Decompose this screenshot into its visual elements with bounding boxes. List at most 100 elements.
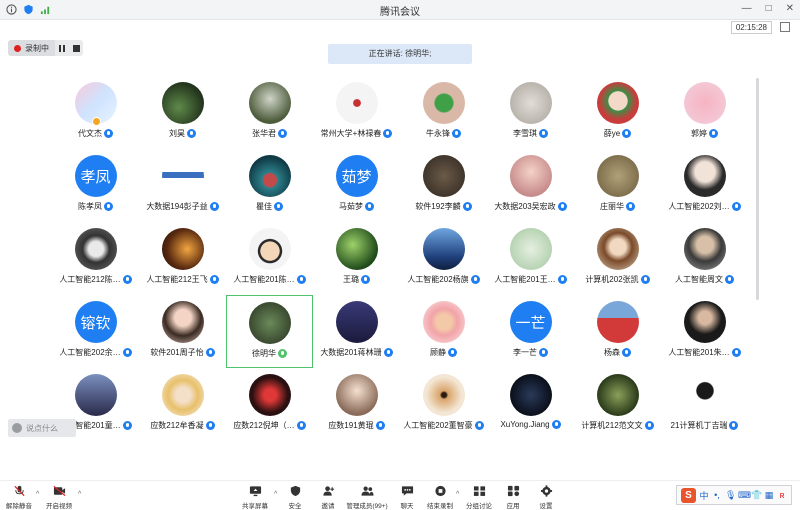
participant-tile[interactable]: 应数212倪坤（…	[226, 368, 313, 441]
skin-icon[interactable]: 👕	[751, 490, 762, 501]
mic-status-icon	[122, 421, 132, 430]
punctuation-icon[interactable]: •,	[712, 490, 722, 500]
participant-tile[interactable]: 茹梦 马茹梦	[313, 149, 400, 222]
participant-tile[interactable]: 大数据203吴宏政	[487, 149, 574, 222]
recording-label: 录制中	[8, 40, 55, 56]
participant-tile[interactable]: 张华君	[226, 76, 313, 149]
mic-status-icon	[729, 421, 739, 430]
emoji-icon[interactable]	[12, 423, 22, 433]
participant-tile[interactable]: 大数据194彭子益	[139, 149, 226, 222]
participant-tile[interactable]: 镕钦 人工智能202余…	[52, 295, 139, 368]
avatar: 孝凤	[74, 155, 117, 197]
participant-tile[interactable]: 常州大学+林禄春	[313, 76, 400, 149]
avatar	[422, 82, 465, 124]
participant-tile[interactable]: 徐明华	[226, 295, 313, 368]
participant-tile[interactable]: 代文杰	[52, 76, 139, 149]
participant-name: 软件192李麟	[415, 202, 461, 211]
participant-tile[interactable]: 人工智能201陈…	[226, 222, 313, 295]
participant-tile[interactable]: 人工智能202刘…	[661, 149, 748, 222]
host-badge-icon	[91, 117, 101, 126]
participant-name-row: 软件201周子怡	[150, 347, 215, 358]
voice-input-icon[interactable]: 🎙	[725, 490, 736, 501]
keyboard-icon[interactable]: ⌨	[738, 490, 751, 501]
participant-tile[interactable]: 人工智能202杨旗	[400, 222, 487, 295]
participant-name: 人工智能201朱…	[668, 348, 730, 357]
participant-tile[interactable]: 人工智能212王飞	[139, 222, 226, 295]
participant-tile[interactable]: 21计算机丁吉瑞	[661, 368, 748, 441]
mic-status-icon	[205, 421, 215, 430]
participant-name: 徐明华	[252, 349, 276, 358]
stop-recording-button[interactable]	[69, 40, 83, 56]
mic-status-icon	[640, 275, 650, 284]
participant-name-row: 大数据203吴宏政	[494, 201, 567, 212]
avatar	[248, 302, 291, 344]
participant-tile[interactable]: XuYong.Jiang	[487, 368, 574, 441]
avatar	[335, 82, 378, 124]
participant-name-row: 瞿佳	[256, 201, 283, 212]
ime-mode[interactable]: 中	[699, 489, 709, 502]
participant-tile[interactable]: 孝凤 陈孝凤	[52, 149, 139, 222]
participant-tile[interactable]: 杨森	[574, 295, 661, 368]
participant-name-row: 人工智能202余…	[59, 347, 132, 358]
avatar	[422, 155, 465, 197]
video-options-chevron-icon[interactable]: ^	[78, 491, 81, 498]
participant-tile[interactable]: 郭婷	[661, 76, 748, 149]
participant-tile[interactable]: 大数据201蒋林珊	[313, 295, 400, 368]
participant-tile[interactable]: 人工智能周文	[661, 222, 748, 295]
close-icon[interactable]: ✕	[786, 3, 794, 14]
avatar	[248, 155, 291, 197]
ime-feedback-icon[interactable]: ʀ	[777, 490, 787, 500]
participant-tile[interactable]: 顾静	[400, 295, 487, 368]
participant-tile[interactable]: 人工智能202董智豪	[400, 368, 487, 441]
participant-tile[interactable]: 瞿佳	[226, 149, 313, 222]
participant-name-row: XuYong.Jiang	[500, 420, 561, 429]
pause-recording-button[interactable]	[55, 40, 69, 56]
participant-tile[interactable]: 软件201周子怡	[139, 295, 226, 368]
participant-tile[interactable]: 应数191黄琨	[313, 368, 400, 441]
participant-tile[interactable]: 一芒 李一芒	[487, 295, 574, 368]
mic-status-icon	[278, 129, 287, 138]
chat-icon	[401, 486, 413, 496]
ime-toolbar[interactable]: S 中 •, 🎙 ⌨ 👕 ▦ ʀ	[676, 485, 792, 505]
participant-tile[interactable]: 庄丽华	[574, 149, 661, 222]
avatar	[509, 155, 552, 197]
participant-tile[interactable]: 计算机212范文文	[574, 368, 661, 441]
mic-status-icon	[296, 275, 306, 284]
mic-status-icon	[622, 348, 631, 357]
settings-button[interactable]: 设置	[523, 485, 569, 510]
minimize-icon[interactable]: —	[742, 3, 752, 14]
participant-name-row: 应数212倪坤（…	[233, 420, 306, 431]
fullscreen-icon[interactable]	[780, 22, 790, 32]
mic-status-icon	[122, 275, 132, 284]
participant-name: 王璐	[343, 275, 359, 284]
mic-status-icon	[644, 421, 654, 430]
participant-tile[interactable]: 软件192李麟	[400, 149, 487, 222]
participant-tile[interactable]: 应数212牟香凝	[139, 368, 226, 441]
participant-tile[interactable]: 人工智能212陈…	[52, 222, 139, 295]
participant-tile[interactable]: 薛ye	[574, 76, 661, 149]
participant-name: 郭婷	[691, 129, 707, 138]
window-controls: — □ ✕	[742, 3, 794, 14]
video-off-icon	[53, 485, 65, 497]
participant-name-row: 人工智能周文	[675, 274, 734, 285]
grid-scrollbar[interactable]	[756, 78, 759, 300]
breakout-label: 分组讨论	[466, 503, 492, 510]
toolbox-icon[interactable]: ▦	[764, 490, 774, 501]
participant-tile[interactable]: 李雪琪	[487, 76, 574, 149]
maximize-icon[interactable]: □	[766, 3, 772, 14]
video-button[interactable]: 开启视频	[36, 485, 82, 510]
participant-tile[interactable]: 刘昊	[139, 76, 226, 149]
comment-input[interactable]: 说点什么	[8, 419, 76, 437]
participant-tile[interactable]: 牛永锋	[400, 76, 487, 149]
avatar	[596, 82, 639, 124]
participant-tile[interactable]: 计算机202张凯	[574, 222, 661, 295]
participant-name-row: 杨森	[604, 347, 631, 358]
participant-tile[interactable]: 人工智能201王…	[487, 222, 574, 295]
mic-status-icon	[551, 420, 561, 429]
participant-tile[interactable]: 王璐	[313, 222, 400, 295]
participant-tile[interactable]: 人工智能201朱…	[661, 295, 748, 368]
avatar	[422, 228, 465, 270]
apps-label: 应用	[506, 503, 520, 510]
window-title: 腾讯会议	[380, 7, 420, 18]
mic-status-icon	[296, 421, 306, 430]
